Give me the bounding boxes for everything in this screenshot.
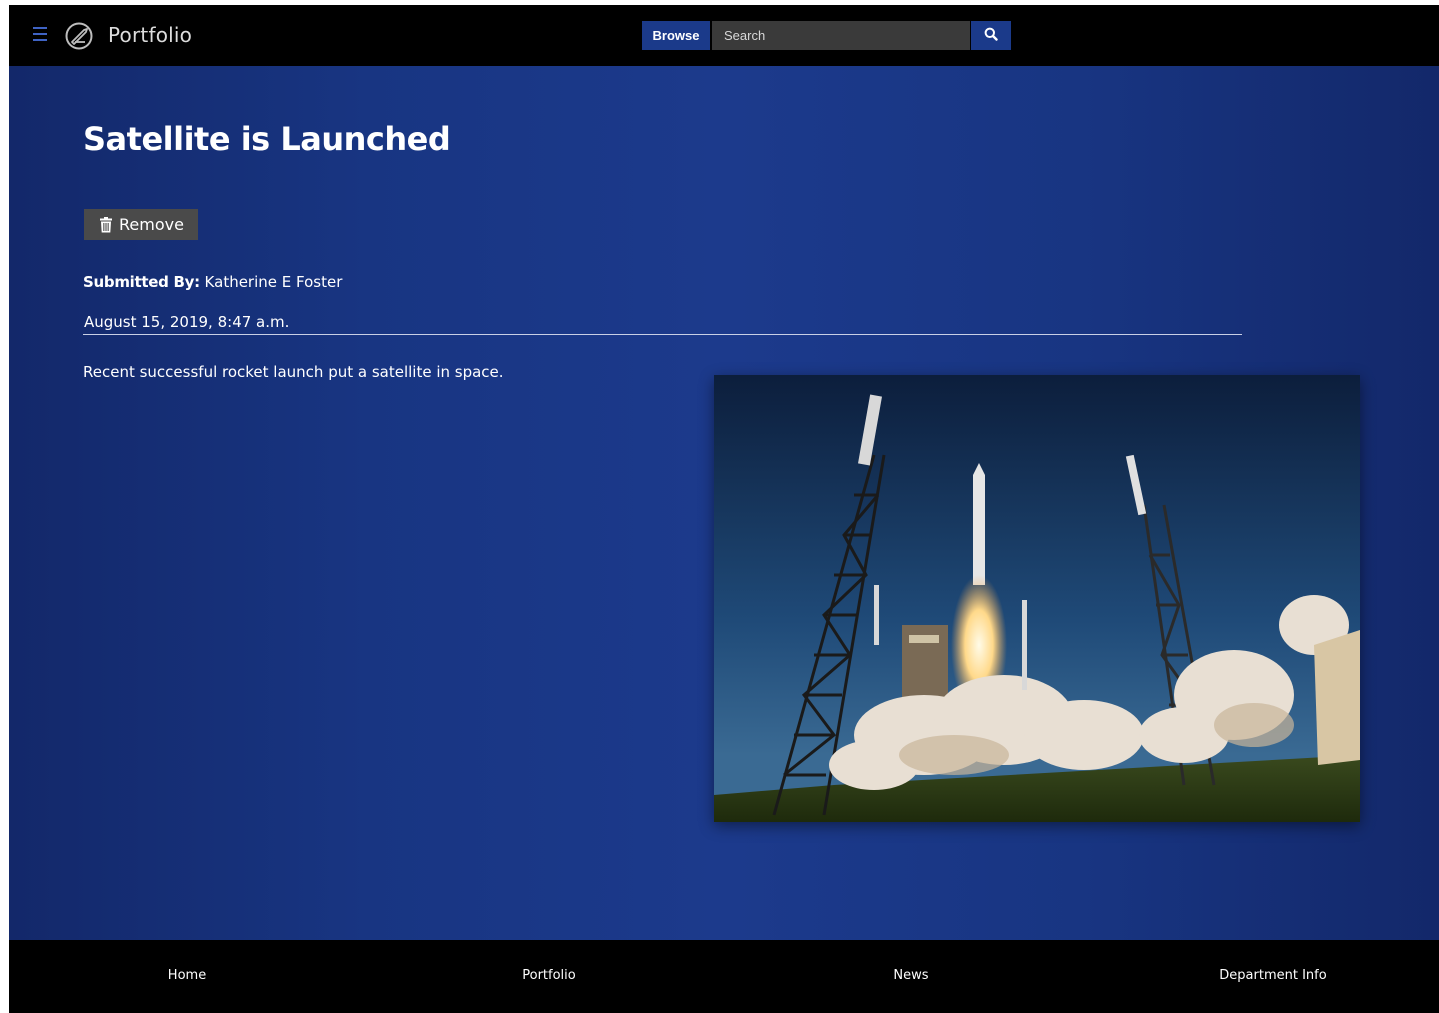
divider <box>83 334 1242 335</box>
page-title: Satellite is Launched <box>83 120 451 158</box>
search-icon <box>984 27 998 41</box>
remove-button-label: Remove <box>119 215 184 234</box>
post-detail: Satellite is Launched Remove Submitted B… <box>9 66 1439 940</box>
footer-link-home[interactable]: Home <box>168 968 206 983</box>
search-input[interactable] <box>712 21 970 50</box>
search-button[interactable] <box>971 21 1011 50</box>
browse-button[interactable]: Browse <box>642 21 710 50</box>
footer-link-department-info[interactable]: Department Info <box>1219 968 1326 983</box>
trash-icon <box>100 216 112 232</box>
submitted-by-label: Submitted By: <box>83 273 200 291</box>
post-description: Recent successful rocket launch put a sa… <box>83 363 504 381</box>
logo-icon[interactable] <box>64 21 94 51</box>
top-navbar: Portfolio Browse <box>9 5 1439 66</box>
footer-link-portfolio[interactable]: Portfolio <box>522 968 575 983</box>
rocket-launch-photo <box>714 375 1360 822</box>
footer-link-news[interactable]: News <box>893 968 928 983</box>
footer-nav: Home Portfolio News Department Info <box>9 940 1439 1013</box>
hamburger-menu-icon[interactable] <box>33 27 51 45</box>
brand-title[interactable]: Portfolio <box>108 23 192 47</box>
submitted-by: Submitted By: Katherine E Foster <box>83 273 342 291</box>
app-frame: Portfolio Browse Satellite is Launched R… <box>9 5 1439 1013</box>
post-date: August 15, 2019, 8:47 a.m. <box>84 313 290 331</box>
remove-button[interactable]: Remove <box>84 209 198 240</box>
submitted-by-name: Katherine E Foster <box>199 273 343 291</box>
